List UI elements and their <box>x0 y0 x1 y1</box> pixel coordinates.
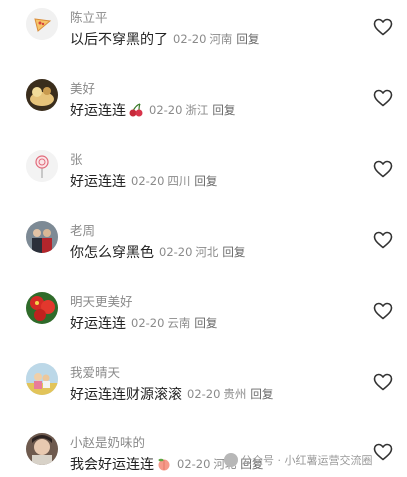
cherries-emoji <box>129 103 143 117</box>
heart-outline-icon[interactable] <box>373 160 393 178</box>
pizza-icon <box>26 8 58 40</box>
photo-avatar <box>26 363 58 395</box>
avatar[interactable] <box>26 433 58 465</box>
comment-date: 02-20 <box>131 316 165 330</box>
comment-location: 浙江 <box>185 103 209 117</box>
comment-item: 老周 你怎么穿黑色 02-20 河北 回复 <box>0 220 407 291</box>
photo-avatar <box>26 79 58 111</box>
username[interactable]: 小赵是奶味的 <box>70 432 145 451</box>
username[interactable]: 美好 <box>70 78 95 97</box>
comment-text: 好运连连财源滚滚 <box>70 387 182 403</box>
username[interactable]: 老周 <box>70 220 95 239</box>
comment-location: 四川 <box>167 174 191 188</box>
heart-outline-icon[interactable] <box>373 443 393 461</box>
heart-outline-icon[interactable] <box>373 18 393 36</box>
comment-date: 02-20 <box>159 245 193 259</box>
peach-emoji <box>158 458 170 471</box>
comment-location: 贵州 <box>223 387 247 401</box>
comment-text: 好运连连 <box>70 174 126 190</box>
heart-outline-icon[interactable] <box>373 373 393 391</box>
reply-button[interactable]: 回复 <box>194 173 217 189</box>
comment-item: 明天更美好 好运连连 02-20 云南 回复 <box>0 291 407 362</box>
reply-button[interactable]: 回复 <box>222 244 245 260</box>
comment-text: 你怎么穿黑色 <box>70 245 154 261</box>
avatar[interactable] <box>26 79 58 111</box>
username[interactable]: 我爱晴天 <box>70 362 120 381</box>
photo-avatar <box>26 433 58 465</box>
comment-date: 02-20 <box>177 457 211 471</box>
reply-button[interactable]: 回复 <box>212 102 235 118</box>
avatar[interactable] <box>26 363 58 395</box>
heart-outline-icon[interactable] <box>373 231 393 249</box>
comment-text: 我会好运连连 <box>70 457 154 473</box>
comment-location: 河北 <box>195 245 219 259</box>
comment-location: 云南 <box>167 316 191 330</box>
avatar[interactable] <box>26 292 58 324</box>
comment-item: 美好 好运连连 02-20 浙江 回复 <box>0 78 407 149</box>
wechat-icon <box>224 453 238 467</box>
avatar[interactable] <box>26 8 58 40</box>
comment-date: 02-20 <box>149 103 183 117</box>
heart-outline-icon[interactable] <box>373 89 393 107</box>
comment-date: 02-20 <box>173 32 207 46</box>
comment-location: 河南 <box>209 32 233 46</box>
comment-text: 好运连连 <box>70 103 126 119</box>
comment-text: 以后不穿黑的了 <box>70 32 168 48</box>
comment-item: 张 好运连连 02-20 四川 回复 <box>0 149 407 220</box>
comment-text: 好运连连 <box>70 316 126 332</box>
comment-item: 我爱晴天 好运连连财源滚滚 02-20 贵州 回复 <box>0 362 407 433</box>
comment-list: 陈立平 以后不穿黑的了 02-20 河南 回复 美好 好运连连 02-20 浙江… <box>0 0 407 477</box>
avatar[interactable] <box>26 221 58 253</box>
heart-outline-icon[interactable] <box>373 302 393 320</box>
comment-date: 02-20 <box>187 387 221 401</box>
comment-item: 陈立平 以后不穿黑的了 02-20 河南 回复 <box>0 7 407 78</box>
photo-avatar <box>26 221 58 253</box>
username[interactable]: 陈立平 <box>70 7 108 26</box>
flowers-avatar <box>26 292 58 324</box>
username[interactable]: 张 <box>70 149 83 168</box>
username[interactable]: 明天更美好 <box>70 291 133 310</box>
watermark-text: 公众号 · 小红薯运营交流圈 <box>241 454 373 467</box>
reply-button[interactable]: 回复 <box>236 31 259 47</box>
watermark: 公众号 · 小红薯运营交流圈 <box>224 452 373 468</box>
comment-date: 02-20 <box>131 174 165 188</box>
lollipop-icon <box>26 150 58 182</box>
reply-button[interactable]: 回复 <box>250 386 273 402</box>
avatar[interactable] <box>26 150 58 182</box>
reply-button[interactable]: 回复 <box>194 315 217 331</box>
